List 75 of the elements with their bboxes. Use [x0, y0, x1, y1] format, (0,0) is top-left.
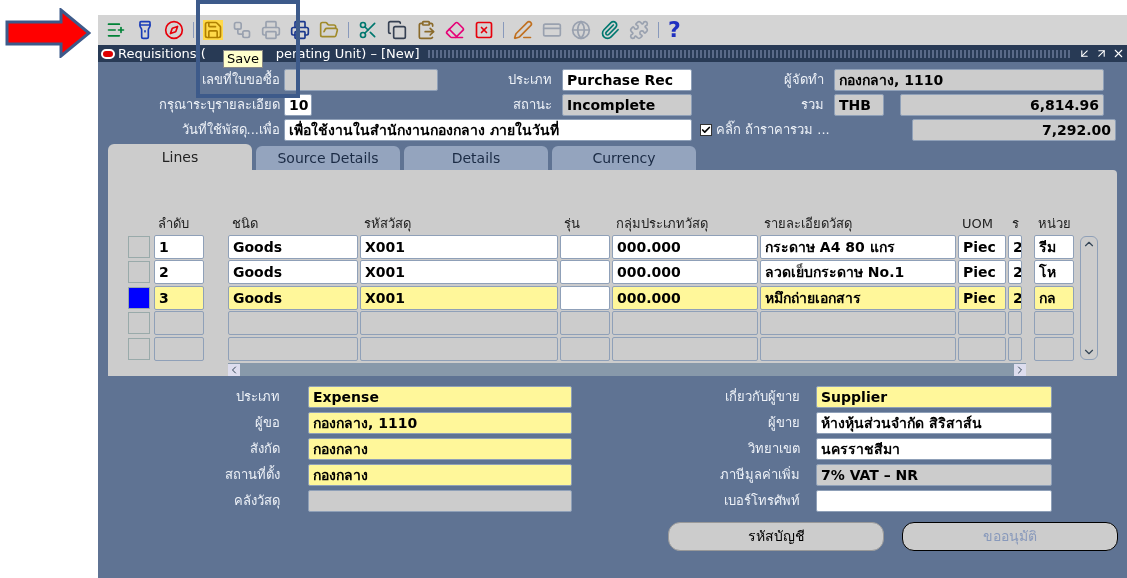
text-field[interactable]: เพื่อใช้งานในสำนักงานกองกลาง ภายในวันที่ [284, 119, 692, 141]
text-field[interactable]: 6,814.96 [900, 94, 1104, 116]
text-field[interactable]: Purchase Rec [562, 69, 692, 91]
table-cell[interactable]: ลวดเย็บกระดาษ No.1 [760, 260, 956, 285]
field-label: ผู้ขอ [254, 414, 280, 433]
table-cell[interactable]: Goods [228, 260, 358, 285]
table-cell[interactable]: 2 [1008, 234, 1022, 259]
text-field[interactable]: ห้างหุ้นส่วนจำกัด สิริสาส์น [816, 412, 1052, 434]
field-label: เบอร์โทรศัพท์ [723, 492, 800, 511]
table-cell[interactable]: Piec [958, 234, 1006, 259]
table-cell[interactable]: กล [1034, 285, 1074, 310]
field-label: ภาษีมูลค่าเพิ่ม [719, 465, 800, 485]
table-cell[interactable]: 1 [154, 234, 204, 259]
table-cell[interactable]: 000.000 [612, 260, 758, 285]
text-field[interactable]: THB [834, 94, 884, 116]
tab[interactable]: Currency [552, 146, 696, 170]
field-label: วิทยาเขต [747, 440, 800, 459]
tab[interactable]: Source Details [256, 146, 400, 170]
table-cell[interactable]: Piec [958, 260, 1006, 285]
table-cell[interactable]: หมึกถ่ายเอกสาร [760, 285, 956, 310]
table-cell[interactable]: Goods [228, 234, 358, 259]
tooltip: Save [223, 50, 263, 68]
table-cell[interactable]: X001 [360, 234, 558, 259]
column-header: หน่วย [1037, 214, 1072, 233]
table-cell[interactable]: X001 [360, 285, 558, 310]
text-field[interactable]: กองกลาง [308, 464, 572, 486]
field-label: รวม [800, 96, 824, 115]
column-header: รุ่น [563, 214, 581, 233]
column-header: ร [1011, 214, 1020, 233]
column-header: ชนิด [231, 214, 259, 233]
help-button[interactable]: ? [668, 19, 681, 41]
table-cell[interactable]: X001 [360, 260, 558, 285]
table-cell[interactable]: กระดาษ A4 80 แกร [760, 234, 956, 259]
table-cell[interactable]: 2 [154, 260, 204, 285]
column-header: ลำดับ [157, 214, 190, 233]
field-label: กรุณาระบุรายละเอียด [158, 96, 280, 115]
table-cell[interactable]: 2 [1008, 260, 1022, 285]
field-label: วันที่ใช้พัสดุ...เพื่อ [180, 120, 280, 140]
field-label: สถานที่ตั้ง [224, 465, 280, 485]
field-label: เลขที่ใบขอซื้อ [201, 70, 280, 90]
field-label: ผู้ขาย [767, 414, 800, 433]
text-field[interactable]: Incomplete [562, 94, 692, 116]
action-button[interactable]: รหัสบัญชี [668, 522, 884, 551]
field-label: ประเภท [507, 71, 552, 90]
column-header: รายละเอียดวัสดุ [763, 214, 853, 233]
window-title: Requisitions ( [118, 44, 206, 63]
text-field[interactable]: 7% VAT – NR [816, 464, 1052, 486]
table-cell[interactable]: 000.000 [612, 285, 758, 310]
field-label: คลังวัสดุ [233, 492, 280, 511]
field-label: สังกัด [249, 440, 280, 459]
checkbox-label: คลิ๊ก ถ้าราคารวม ... [716, 120, 831, 140]
table-cell[interactable]: Goods [228, 285, 358, 310]
table-cell[interactable]: 2 [1008, 285, 1022, 310]
field-label: เกี่ยวกับผู้ขาย [724, 387, 800, 407]
column-header: UOM [961, 214, 994, 233]
table-cell[interactable]: 3 [154, 285, 204, 310]
table-cell[interactable]: รีม [1034, 234, 1074, 259]
column-header: กลุ่มประเภทวัสดุ [615, 214, 709, 233]
tab[interactable]: Lines [108, 144, 252, 170]
text-field[interactable]: กองกลาง, 1110 [834, 69, 1104, 91]
field-label: ประเภท [235, 388, 280, 407]
text-field[interactable]: Expense [308, 386, 572, 408]
text-field[interactable]: Supplier [816, 386, 1052, 408]
table-cell[interactable]: 000.000 [612, 234, 758, 259]
table-cell[interactable]: Piec [958, 285, 1006, 310]
text-field[interactable]: นครราชสีมา [816, 438, 1052, 460]
text-field[interactable]: 10 [284, 94, 312, 116]
field-label: สถานะ [512, 96, 552, 115]
text-field[interactable]: กองกลาง, 1110 [308, 412, 572, 434]
text-field[interactable]: 7,292.00 [912, 119, 1116, 141]
tab[interactable]: Details [404, 146, 548, 170]
table-cell[interactable]: โห [1034, 260, 1074, 285]
column-header: รหัสวัสดุ [363, 214, 412, 233]
text-field[interactable]: กองกลาง [308, 438, 572, 460]
field-label: ผู้จัดทำ [783, 71, 824, 90]
